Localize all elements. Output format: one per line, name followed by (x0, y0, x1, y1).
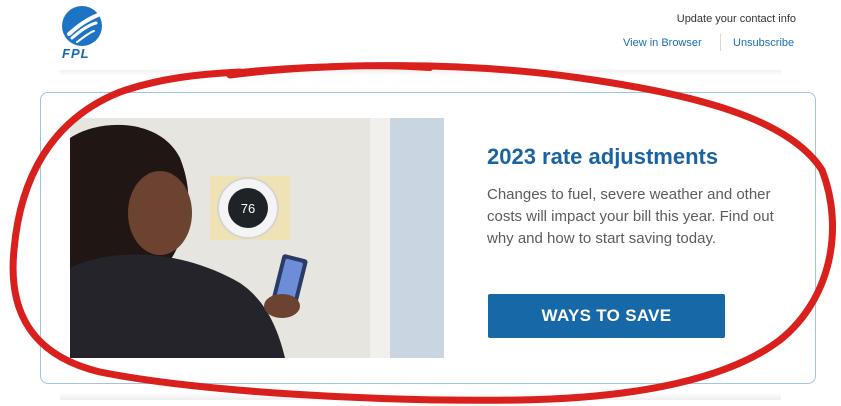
ways-to-save-button[interactable]: WAYS TO SAVE (488, 294, 725, 338)
unsubscribe-link[interactable]: Unsubscribe (733, 37, 794, 49)
fpl-logo[interactable]: FPL (60, 4, 106, 61)
view-in-browser-link[interactable]: View in Browser (623, 37, 702, 49)
email-header: FPL Update your contact info View in Bro… (0, 0, 841, 76)
header-shadow (60, 70, 781, 76)
link-divider (720, 34, 721, 51)
fpl-logo-icon (62, 6, 102, 46)
update-contact-link[interactable]: Update your contact info (677, 13, 796, 25)
promo-image[interactable]: 76 (70, 118, 444, 358)
footer-shadow (60, 392, 781, 400)
logo-text: FPL (62, 46, 90, 61)
promo-title: 2023 rate adjustments (487, 144, 719, 169)
promo-description: Changes to fuel, severe weather and othe… (487, 186, 774, 247)
thermostat-reading: 76 (241, 201, 255, 216)
promo-photo-illustration: 76 (70, 118, 444, 358)
